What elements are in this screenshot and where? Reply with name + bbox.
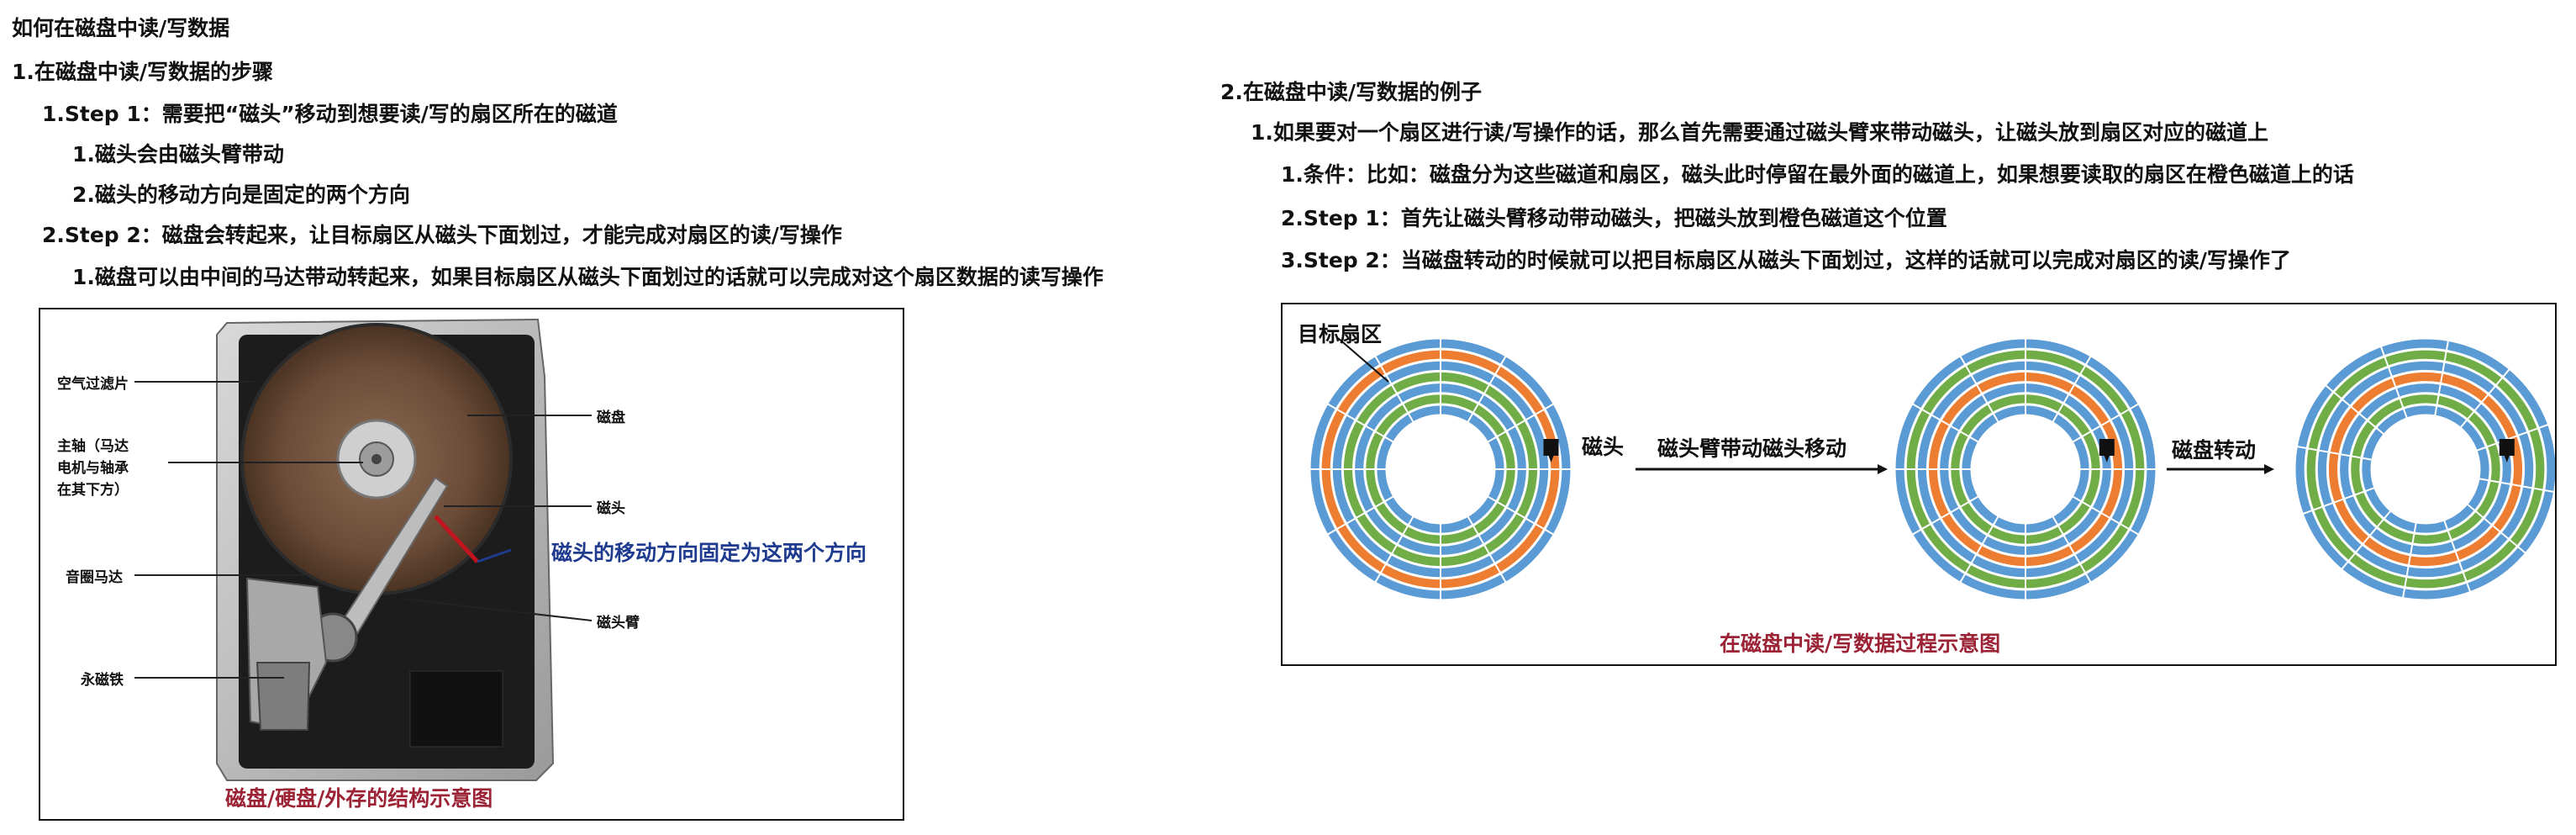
- outline-example-sub-2: 2.Step 1：首先让磁头臂移动带动磁头，把磁头放到橙色磁道这个位置: [1281, 206, 1947, 230]
- outline-step-1-sub-2: 2.磁头的移动方向是固定的两个方向: [72, 182, 410, 207]
- outline-step-1-sub-1: 1.磁头会由磁头臂带动: [72, 142, 284, 166]
- arrow-1-label: 磁头臂带动磁头移动: [1657, 436, 1847, 461]
- disk-1: [1309, 338, 1572, 600]
- label-voice-coil: 音圈马达: [66, 569, 123, 586]
- head-marker: [2099, 439, 2115, 462]
- head-label: 磁头: [1582, 435, 1625, 459]
- disk-center-hole: [1387, 415, 1494, 523]
- page-title: 如何在磁盘中读/写数据: [12, 16, 230, 40]
- disk-3: [2295, 339, 2555, 600]
- label-spindle-line-1: 主轴（马达: [57, 438, 129, 455]
- label-magnet: 永磁铁: [81, 672, 124, 689]
- disk-process-diagram: [1309, 337, 2555, 600]
- outline-step-1: 1.Step 1：需要把“磁头”移动到想要读/写的扇区所在的磁道: [42, 102, 618, 126]
- label-head-arm: 磁头臂: [597, 615, 640, 632]
- label-air-filter: 空气过滤片: [57, 376, 129, 393]
- hdd-figure-frame: 空气过滤片 主轴（马达 电机与轴承 在其下方） 音圈马达 永磁铁 磁盘 磁头 磁…: [39, 308, 904, 821]
- disk-process-frame: 目标扇区 磁头 磁头臂带动磁头移动 磁盘转动 在磁盘中读/写数据过程示意图: [1281, 303, 2557, 666]
- disk-center-hole: [1972, 415, 2079, 523]
- disk-2: [1894, 338, 2157, 600]
- outline-step-2: 2.Step 2：磁盘会转起来，让目标扇区从磁头下面划过，才能完成对扇区的读/写…: [42, 223, 842, 247]
- label-spindle-line-2: 电机与轴承: [57, 460, 129, 477]
- outline-example-sub-1: 1.条件：比如：磁盘分为这些磁道和扇区，磁头此时停留在最外面的磁道上，如果想要读…: [1281, 162, 2354, 187]
- outline-example-1: 1.如果要对一个扇区进行读/写操作的话，那么首先需要通过磁头臂来带动磁头，让磁头…: [1251, 120, 2269, 145]
- disk-process-caption: 在磁盘中读/写数据过程示意图: [1720, 632, 2001, 656]
- magnet-shape: [255, 662, 311, 731]
- spindle-pin: [371, 454, 382, 464]
- label-platter: 磁盘: [597, 410, 625, 426]
- target-sector-label: 目标扇区: [1298, 322, 1383, 346]
- hdd-figure-caption: 磁盘/硬盘/外存的结构示意图: [225, 786, 493, 811]
- head-direction-annotation: 磁头的移动方向固定为这两个方向: [551, 541, 867, 565]
- arrow-head-2: [2264, 464, 2274, 474]
- label-spindle-line-3: 在其下方）: [57, 482, 129, 499]
- outline-example-sub-3: 3.Step 2：当磁盘转动的时候就可以把目标扇区从磁头下面划过，这样的话就可以…: [1281, 248, 2291, 272]
- outline-section-1: 1.在磁盘中读/写数据的步骤: [12, 60, 274, 84]
- label-head: 磁头: [597, 500, 625, 517]
- head-marker: [2499, 439, 2515, 462]
- arrow-head-1: [1878, 464, 1888, 474]
- outline-step-2-sub-1: 1.磁盘可以由中间的马达带动转起来，如果目标扇区从磁头下面划过的话就可以完成对这…: [72, 265, 1104, 289]
- label-spindle: 主轴（马达 电机与轴承 在其下方）: [57, 436, 129, 501]
- connector-block: [409, 670, 503, 748]
- disk-center-hole: [2372, 415, 2479, 523]
- outline-section-2: 2.在磁盘中读/写数据的例子: [1220, 80, 1483, 104]
- arrow-2-label: 磁盘转动: [2172, 438, 2257, 462]
